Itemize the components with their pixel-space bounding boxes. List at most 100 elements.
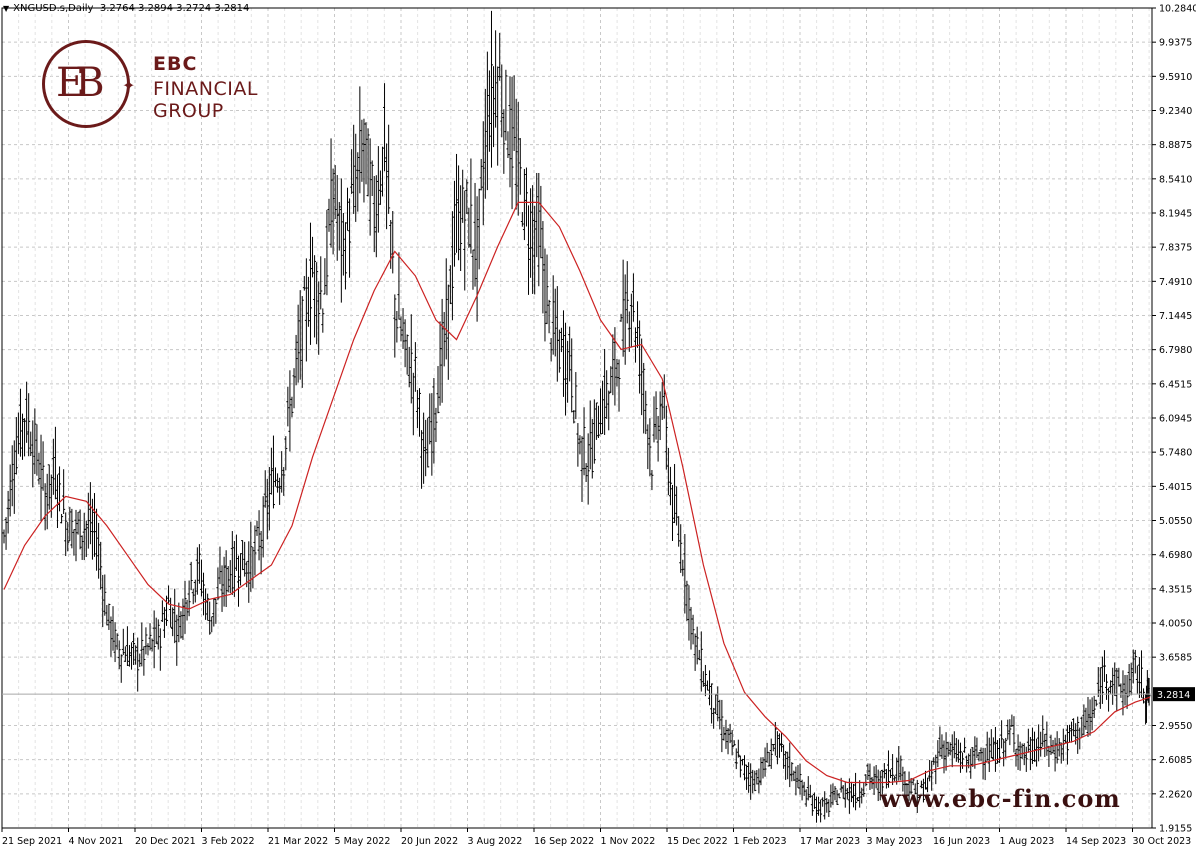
price-bar <box>16 412 20 454</box>
price-bar <box>125 626 129 666</box>
price-bar <box>872 766 876 795</box>
y-tick-label: 1.9155 <box>1159 824 1192 835</box>
price-bar <box>368 138 372 236</box>
price-bar <box>1045 721 1049 756</box>
price-bar <box>958 742 962 773</box>
price-bar <box>790 762 794 782</box>
price-bar <box>64 512 68 557</box>
price-bar <box>658 391 662 441</box>
price-bar <box>448 265 452 305</box>
collapse-triangle-icon[interactable]: ▼ <box>3 4 9 13</box>
price-bar <box>576 423 580 467</box>
price-bar <box>234 534 238 571</box>
price-bar <box>1028 736 1032 771</box>
price-bar <box>685 580 689 622</box>
price-bar <box>420 430 424 489</box>
price-bar <box>705 680 709 691</box>
price-bar <box>985 731 989 761</box>
price-bar <box>829 784 833 808</box>
price-bar <box>14 417 18 475</box>
price-bar <box>4 517 8 550</box>
price-bar <box>656 415 660 462</box>
website-watermark: www.ebc-fin.com <box>880 784 1121 813</box>
price-bar <box>487 70 491 152</box>
price-bar <box>611 334 615 396</box>
price-bar <box>1119 683 1123 698</box>
price-bar <box>1133 649 1137 674</box>
price-bar <box>93 493 97 557</box>
price-bar <box>385 143 389 230</box>
price-bar <box>734 748 738 770</box>
logo-monogram: ΕΒ <box>56 60 104 106</box>
price-bar <box>638 320 642 394</box>
price-bar <box>150 638 154 652</box>
price-bar <box>827 799 831 817</box>
price-bar <box>37 452 41 485</box>
price-bar <box>603 348 607 435</box>
x-tick-label: 3 Feb 2022 <box>202 836 255 847</box>
price-bar <box>329 138 333 248</box>
price-bar <box>821 797 825 807</box>
price-bar <box>891 754 895 786</box>
price-bar <box>175 614 179 666</box>
price-bar <box>1080 716 1084 738</box>
price-bar <box>535 172 539 258</box>
y-tick-label: 2.2620 <box>1159 789 1192 800</box>
price-bar <box>780 732 784 752</box>
price-bar <box>983 747 987 781</box>
price-bar <box>522 168 526 241</box>
price-bar <box>510 76 514 210</box>
price-bar <box>68 506 72 542</box>
price-bar <box>138 653 142 667</box>
price-bar <box>239 553 243 586</box>
price-bar <box>142 646 146 676</box>
price-bar <box>181 598 185 640</box>
price-bar <box>241 540 245 571</box>
price-bar <box>411 372 415 436</box>
price-bar <box>1100 656 1104 704</box>
price-bar <box>123 646 127 662</box>
price-bar <box>70 508 74 549</box>
price-bar <box>574 372 578 420</box>
price-bar <box>728 723 732 744</box>
price-bar <box>675 486 679 526</box>
price-bar <box>693 633 697 671</box>
y-tick-label: 6.4515 <box>1159 379 1192 390</box>
price-bar <box>788 742 792 788</box>
price-bar <box>216 567 220 601</box>
price-bar <box>588 400 592 470</box>
price-bar <box>1113 662 1117 696</box>
price-bar <box>615 358 619 387</box>
price-bar <box>1043 733 1047 757</box>
price-bar <box>609 366 613 393</box>
price-bar <box>1055 731 1059 764</box>
moving-average-line <box>3 201 1151 784</box>
price-bar <box>537 172 541 287</box>
price-bar <box>1022 743 1026 766</box>
price-bar <box>121 628 125 656</box>
price-bar <box>631 273 635 322</box>
price-bar <box>582 407 586 476</box>
price-bar <box>485 51 489 191</box>
price-bar <box>1059 742 1063 764</box>
price-bar <box>742 755 746 781</box>
y-tick-label: 9.5910 <box>1159 72 1192 83</box>
price-bar <box>477 188 481 270</box>
price-bar <box>193 579 197 603</box>
y-tick-label: 5.7480 <box>1159 448 1192 459</box>
price-bar <box>794 766 798 796</box>
price-bar <box>438 321 442 406</box>
price-bar <box>1030 727 1034 764</box>
price-bar <box>1035 738 1039 767</box>
price-bar <box>276 473 280 493</box>
price-bar <box>849 781 853 803</box>
price-bar <box>35 424 39 476</box>
price-bar <box>461 169 465 223</box>
price-bar <box>633 327 637 363</box>
price-bar <box>599 388 603 435</box>
price-bar <box>97 522 101 579</box>
price-bar <box>520 212 524 227</box>
price-bar <box>1026 728 1030 753</box>
price-bar <box>987 737 991 773</box>
price-bar <box>62 469 66 515</box>
